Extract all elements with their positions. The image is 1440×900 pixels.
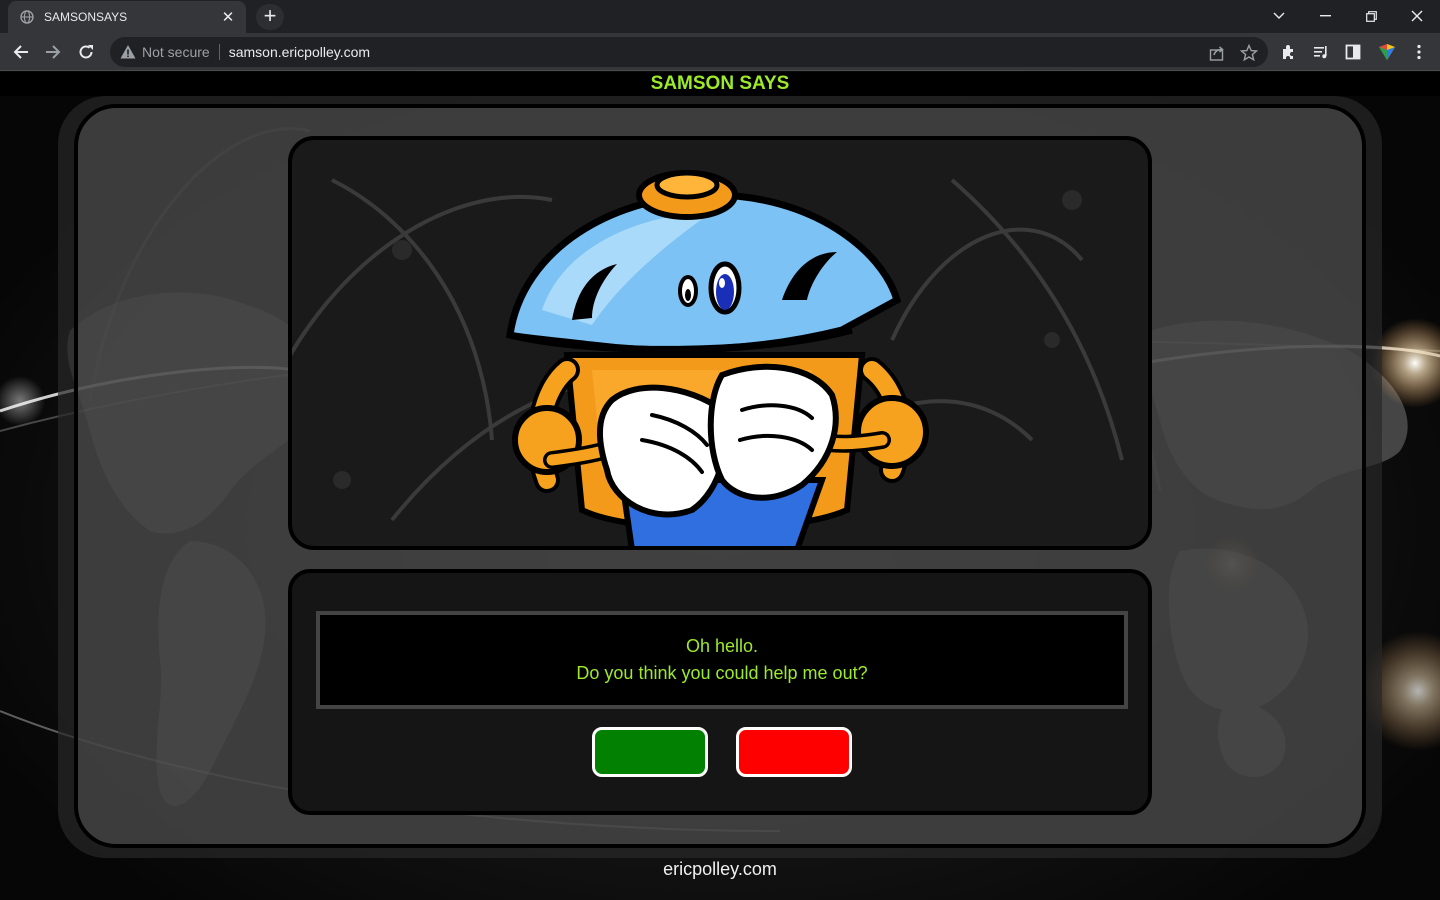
media-icon[interactable]	[1312, 43, 1330, 61]
browser-tab[interactable]: SAMSONSAYS ✕	[8, 1, 246, 33]
new-tab-button[interactable]: +	[256, 4, 284, 30]
profile-icon[interactable]	[1377, 42, 1397, 62]
close-icon[interactable]	[1394, 0, 1440, 32]
share-icon[interactable]	[1208, 44, 1226, 62]
footer-link[interactable]: ericpolley.com	[0, 859, 1440, 880]
character-panel	[288, 136, 1152, 550]
page-title: SAMSON SAYS	[0, 72, 1440, 96]
red-button[interactable]	[736, 727, 852, 777]
page-content: SAMSON SAYS Oh hello. Do you think you c…	[0, 71, 1440, 900]
sidepanel-icon[interactable]	[1344, 43, 1362, 61]
tab-title: SAMSONSAYS	[44, 10, 128, 24]
tab-close-icon[interactable]: ✕	[220, 8, 236, 26]
message-line-1: Oh hello.	[685, 636, 759, 656]
warning-icon	[120, 45, 136, 59]
globe-icon	[20, 10, 34, 24]
address-bar[interactable]: Not secure samson.ericpolley.com	[110, 37, 1268, 67]
security-label[interactable]: Not secure	[142, 44, 210, 60]
browser-toolbar: Not secure samson.ericpolley.com	[0, 33, 1440, 71]
green-button[interactable]	[592, 727, 708, 777]
extensions-icon[interactable]	[1280, 43, 1298, 61]
message-line-2: Do you think you could help me out?	[576, 663, 868, 683]
forward-icon[interactable]	[40, 39, 66, 65]
back-icon[interactable]	[8, 39, 34, 65]
restore-icon[interactable]	[1348, 0, 1394, 32]
url-text[interactable]: samson.ericpolley.com	[229, 44, 370, 60]
message-box: Oh hello. Do you think you could help me…	[316, 611, 1128, 709]
samson-character	[292, 170, 1124, 546]
tab-search-icon[interactable]	[1256, 0, 1302, 32]
reload-icon[interactable]	[73, 39, 99, 65]
minimize-icon[interactable]	[1302, 0, 1348, 32]
star-icon[interactable]	[1240, 44, 1258, 62]
tab-strip: SAMSONSAYS ✕ +	[0, 0, 1440, 33]
dialog-panel: Oh hello. Do you think you could help me…	[288, 569, 1152, 815]
url-divider	[218, 44, 220, 60]
menu-icon[interactable]	[1410, 43, 1428, 61]
